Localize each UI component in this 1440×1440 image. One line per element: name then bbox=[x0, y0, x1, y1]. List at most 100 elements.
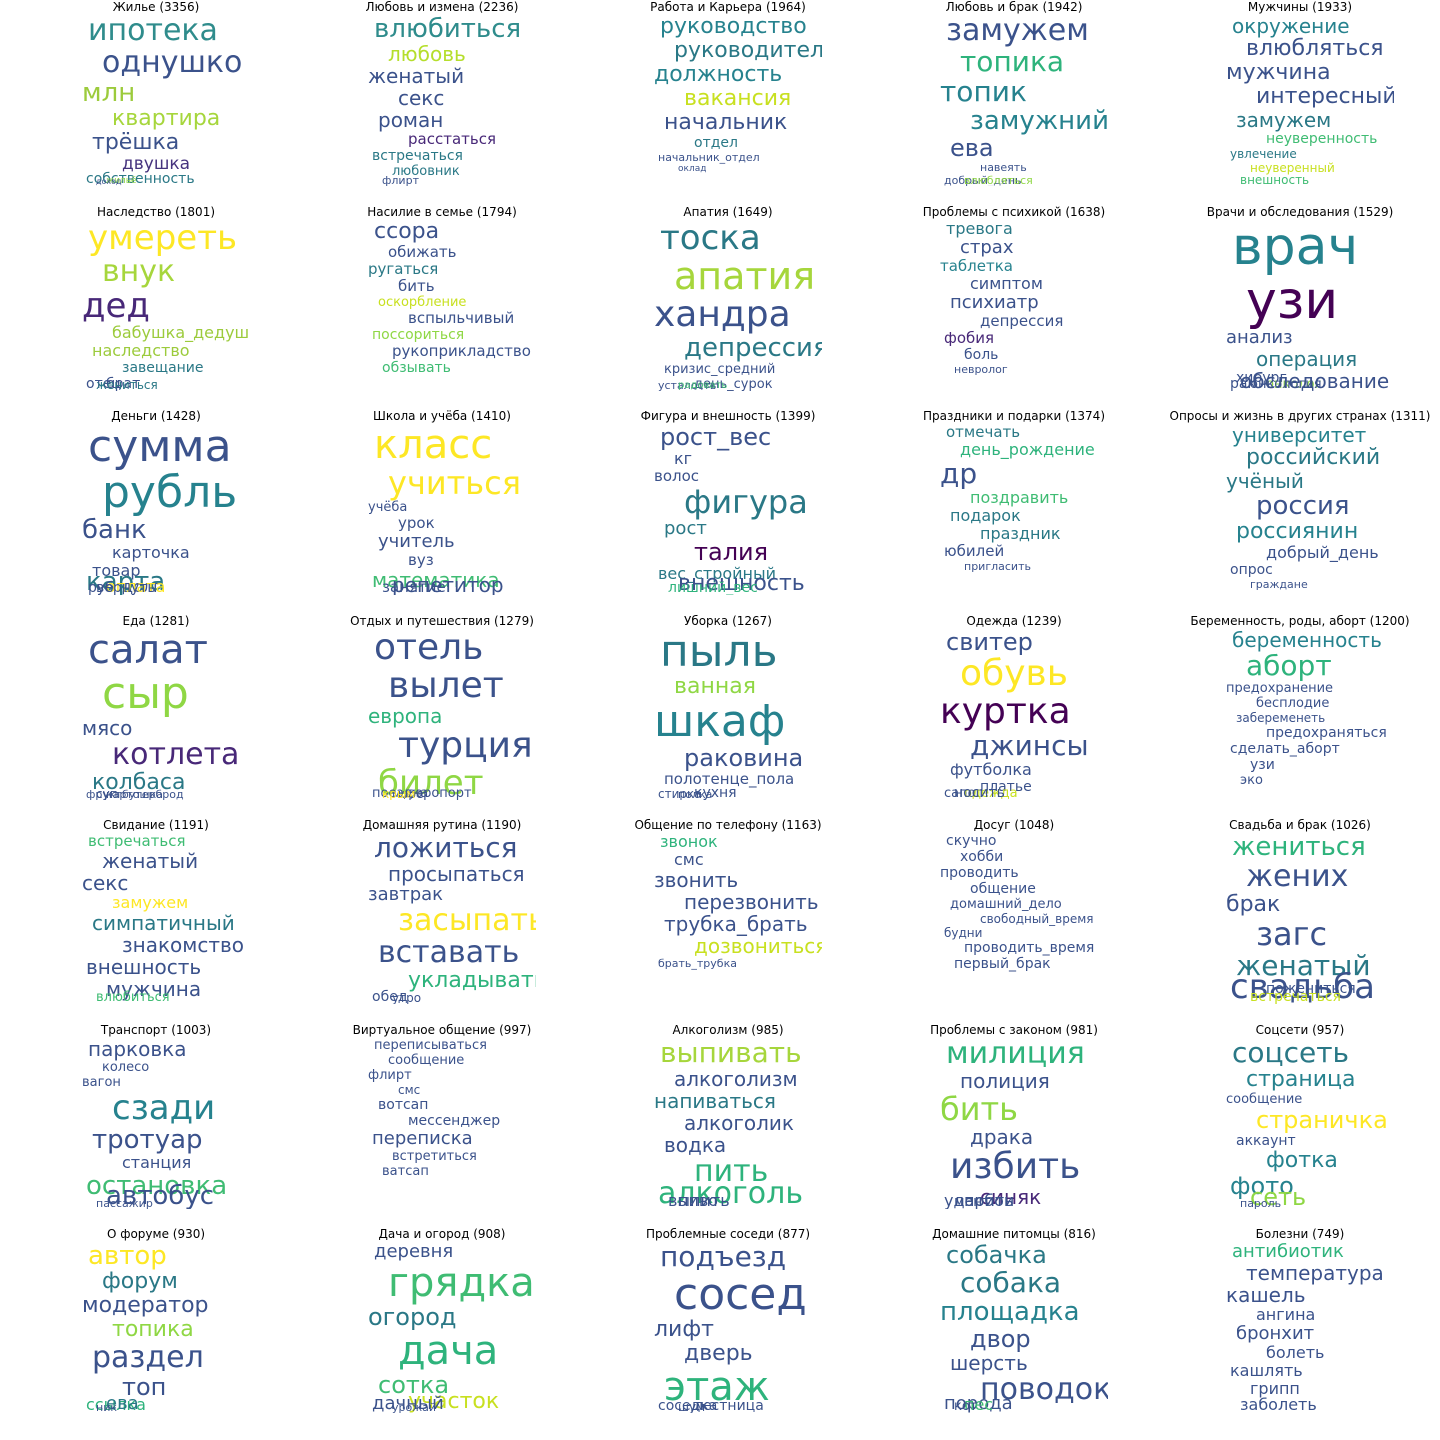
cloud-word: поссориться bbox=[372, 327, 465, 343]
cloud-word: вспыльчивый bbox=[408, 309, 515, 327]
cloud-word: граждане bbox=[1250, 578, 1308, 591]
wordcloud-panel: Беременность, роды, аборт (1200) беременн… bbox=[1156, 614, 1440, 819]
cloud-word: хобби bbox=[960, 849, 1004, 865]
cloud-word: звонить bbox=[654, 868, 739, 892]
word-cloud: переписываться сообщение флирт смс вотсап мес… bbox=[368, 1037, 536, 1209]
cloud-word: день_рождение bbox=[960, 440, 1095, 459]
cloud-word: флирт bbox=[368, 1068, 412, 1083]
word-cloud: подъезд сосед лифт дверь этаж лестница соседка… bbox=[654, 1241, 822, 1414]
word-cloud: свитер обувь куртка джинсы футболка платье сап… bbox=[940, 628, 1108, 800]
cloud-word: учёба bbox=[368, 500, 408, 515]
word-cloud: соцсеть страница сообщение страничка аккаунт… bbox=[1226, 1037, 1394, 1210]
cloud-word: мужчина bbox=[1226, 60, 1331, 85]
cloud-word: бронхит bbox=[1236, 1323, 1315, 1344]
cloud-word: внешность bbox=[1240, 173, 1310, 186]
cloud-word: завещание bbox=[122, 360, 204, 376]
cloud-word: ева bbox=[950, 134, 994, 162]
cloud-word: класс bbox=[374, 423, 493, 468]
cloud-word: руководство bbox=[660, 14, 807, 39]
cloud-word: лифт bbox=[654, 1317, 714, 1342]
cloud-word: фобия bbox=[944, 329, 995, 347]
wordcloud-panel: Любовь и измена (2236) влюбиться любовь жен… bbox=[298, 0, 586, 205]
panel-title: Жилье (3356) bbox=[112, 0, 200, 14]
cloud-word: рост bbox=[664, 518, 707, 539]
panel-title: Работа и Карьера (1964) bbox=[650, 0, 806, 14]
word-cloud: тревога страх таблетка симптом психиатр депре… bbox=[940, 219, 1108, 391]
panel-title: Праздники и подарки (1374) bbox=[922, 409, 1105, 423]
word-cloud: деревня грядка огород дача сотка участок дачны… bbox=[368, 1241, 536, 1414]
cloud-word: тревога bbox=[946, 219, 1013, 238]
cloud-word: университет bbox=[1232, 423, 1367, 447]
panel-title: Общение по телефону (1163) bbox=[634, 818, 822, 832]
wordcloud-panel: Соцсети (957) соцсеть страница сообщение стр… bbox=[1156, 1023, 1440, 1228]
cloud-word: узи bbox=[1250, 757, 1275, 773]
cloud-word: сыр bbox=[102, 668, 189, 719]
cloud-word: кг bbox=[674, 449, 693, 468]
cloud-word: оклад bbox=[678, 164, 707, 174]
cloud-word: влюбиться bbox=[374, 14, 522, 44]
cloud-word: увлечение bbox=[1230, 147, 1297, 161]
cloud-word: сумма bbox=[88, 423, 232, 472]
panel-title: Беременность, роды, аборт (1200) bbox=[1190, 614, 1410, 628]
cloud-word: пригласить bbox=[964, 560, 1031, 573]
wordcloud-panel: О форуме (930) автор форум модератор топика р… bbox=[12, 1227, 300, 1432]
cloud-word: жених bbox=[1246, 859, 1349, 894]
cloud-word: женатый bbox=[368, 64, 465, 88]
cloud-word: анализ bbox=[1226, 327, 1293, 348]
wordcloud-panel: Домашние питомцы (816) собачка собака площа… bbox=[870, 1227, 1158, 1432]
cloud-word: носить bbox=[954, 785, 1005, 800]
wordcloud-panel: Алкоголизм (985) выпивать алкоголизм напива… bbox=[584, 1023, 872, 1228]
cloud-word: двор bbox=[970, 1325, 1031, 1353]
cloud-word: полиция bbox=[960, 1069, 1050, 1093]
panel-title: Опросы и жизнь в других странах (1311) bbox=[1169, 409, 1431, 423]
cloud-word: невролог bbox=[954, 363, 1008, 376]
cloud-word: станция bbox=[122, 1153, 192, 1172]
panel-title: Соцсети (957) bbox=[1255, 1023, 1345, 1037]
panel-title: Алкоголизм (985) bbox=[672, 1023, 784, 1037]
cloud-word: влюбиться bbox=[96, 990, 170, 1004]
cloud-word: ватсап bbox=[382, 1164, 429, 1179]
cloud-word: хандра bbox=[654, 294, 791, 335]
wordcloud-panel: Домашняя рутина (1190) ложиться просыпатьс… bbox=[298, 818, 586, 1023]
word-cloud: тоска апатия хандра депрессия кризис_средний… bbox=[654, 219, 822, 391]
cloud-word: котлета bbox=[112, 737, 240, 772]
cloud-word: руб bbox=[88, 580, 114, 595]
wordcloud-panel: Свадьба и брак (1026) жениться жених брак за… bbox=[1156, 818, 1440, 1023]
cloud-word: врач bbox=[1232, 219, 1359, 277]
cloud-word: бить bbox=[398, 277, 435, 295]
cloud-word: кашлять bbox=[1230, 1361, 1303, 1380]
cloud-word: выпивать bbox=[660, 1037, 802, 1069]
cloud-word: умереть bbox=[88, 219, 238, 258]
cloud-word: водка bbox=[664, 1133, 727, 1157]
cloud-word: топик bbox=[940, 75, 1027, 108]
cloud-word: страх bbox=[960, 237, 1014, 258]
cloud-word: страничка bbox=[1256, 1106, 1388, 1134]
word-cloud: встречаться женатый секс замужем симпатичный… bbox=[82, 832, 250, 1005]
cloud-word: напиваться bbox=[654, 1089, 776, 1113]
panel-title: Еда (1281) bbox=[122, 614, 190, 628]
cloud-word: сосед bbox=[674, 1269, 807, 1320]
wordcloud-panel: Досуг (1048) скучно хобби проводить общение д… bbox=[870, 818, 1158, 1023]
cloud-word: однушко bbox=[102, 45, 243, 80]
cloud-word: расстаться bbox=[408, 130, 496, 148]
cloud-word: ипотека bbox=[88, 14, 218, 48]
cloud-word: забеременеть bbox=[1236, 711, 1326, 725]
cloud-word: психиатр bbox=[950, 292, 1039, 313]
cloud-word: подъезд bbox=[660, 1241, 787, 1273]
wordcloud-panel: Свидание (1191) встречаться женатый секс зам… bbox=[12, 818, 300, 1023]
cloud-word: куртка bbox=[940, 691, 1071, 732]
wordcloud-panel: Отдых и путешествия (1279) отель вылет евро… bbox=[298, 614, 586, 819]
cloud-word: встречаться bbox=[1250, 989, 1341, 1004]
cloud-word: пыль bbox=[660, 628, 778, 677]
cloud-word: европа bbox=[368, 704, 443, 728]
word-cloud: беременность аборт предохранение бесплодие з… bbox=[1226, 628, 1394, 800]
cloud-word: утро bbox=[392, 991, 422, 1004]
cloud-word: пассажир bbox=[96, 1197, 153, 1209]
cloud-word: полка bbox=[678, 788, 713, 800]
cloud-word: скучно bbox=[946, 833, 997, 849]
panel-title: Апатия (1649) bbox=[683, 205, 773, 219]
cloud-word: обувь bbox=[960, 653, 1068, 694]
cloud-word: алкоголик bbox=[684, 1111, 794, 1135]
cloud-word: свободный_время bbox=[980, 912, 1094, 926]
panel-title: О форуме (930) bbox=[106, 1227, 206, 1241]
